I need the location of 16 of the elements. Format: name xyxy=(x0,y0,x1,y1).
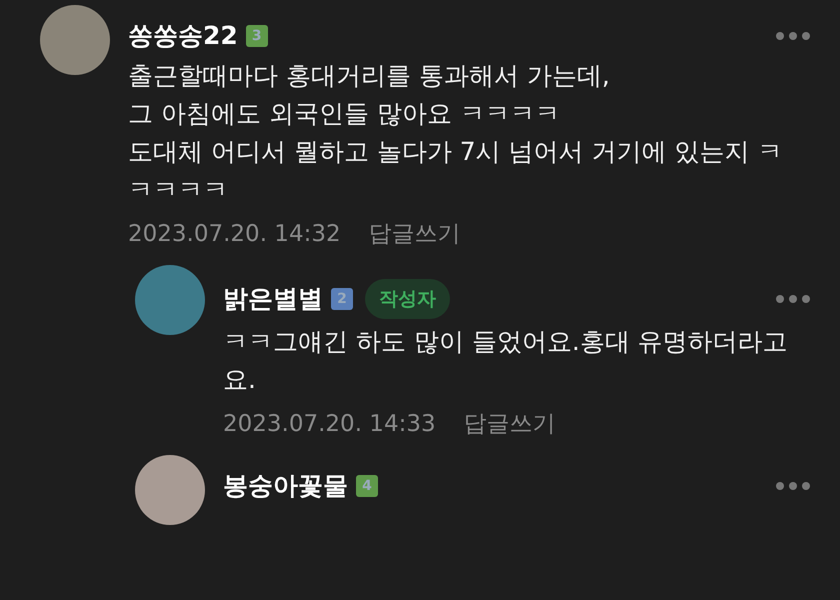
comment-date: 2023.07.20. 14:32 xyxy=(128,220,341,249)
level-badge: 2 xyxy=(331,288,353,310)
more-options-icon[interactable] xyxy=(776,482,810,490)
more-options-icon[interactable] xyxy=(776,295,810,303)
comment-text: ㅋㅋ그얘긴 하도 많이 들었어요.홍대 유명하더라고요. xyxy=(223,326,789,396)
author-tag: 작성자 xyxy=(365,279,450,319)
author-name[interactable]: 봉숭아꽃물 xyxy=(223,469,348,503)
author-name[interactable]: 쏭쏭송22 xyxy=(128,19,238,53)
level-badge: 4 xyxy=(356,475,378,497)
reply-link[interactable]: 답글쓰기 xyxy=(464,407,556,441)
level-badge: 3 xyxy=(246,25,268,47)
comment-text: 출근할때마다 홍대거리를 통과해서 가는데, 그 아침에도 외국인들 많아요 ㅋㅋㅋㅋ 도대체 어디서 뭘하고 놀다가 7시 넘어서 거기에 있는지 ㅋㅋㅋㅋㅋ xyxy=(128,60,784,206)
more-options-icon[interactable] xyxy=(776,32,810,40)
reply-link[interactable]: 답글쓰기 xyxy=(368,217,461,251)
comment-date: 2023.07.20. 14:33 xyxy=(223,410,436,439)
author-name[interactable]: 밝은별별 xyxy=(223,282,323,316)
